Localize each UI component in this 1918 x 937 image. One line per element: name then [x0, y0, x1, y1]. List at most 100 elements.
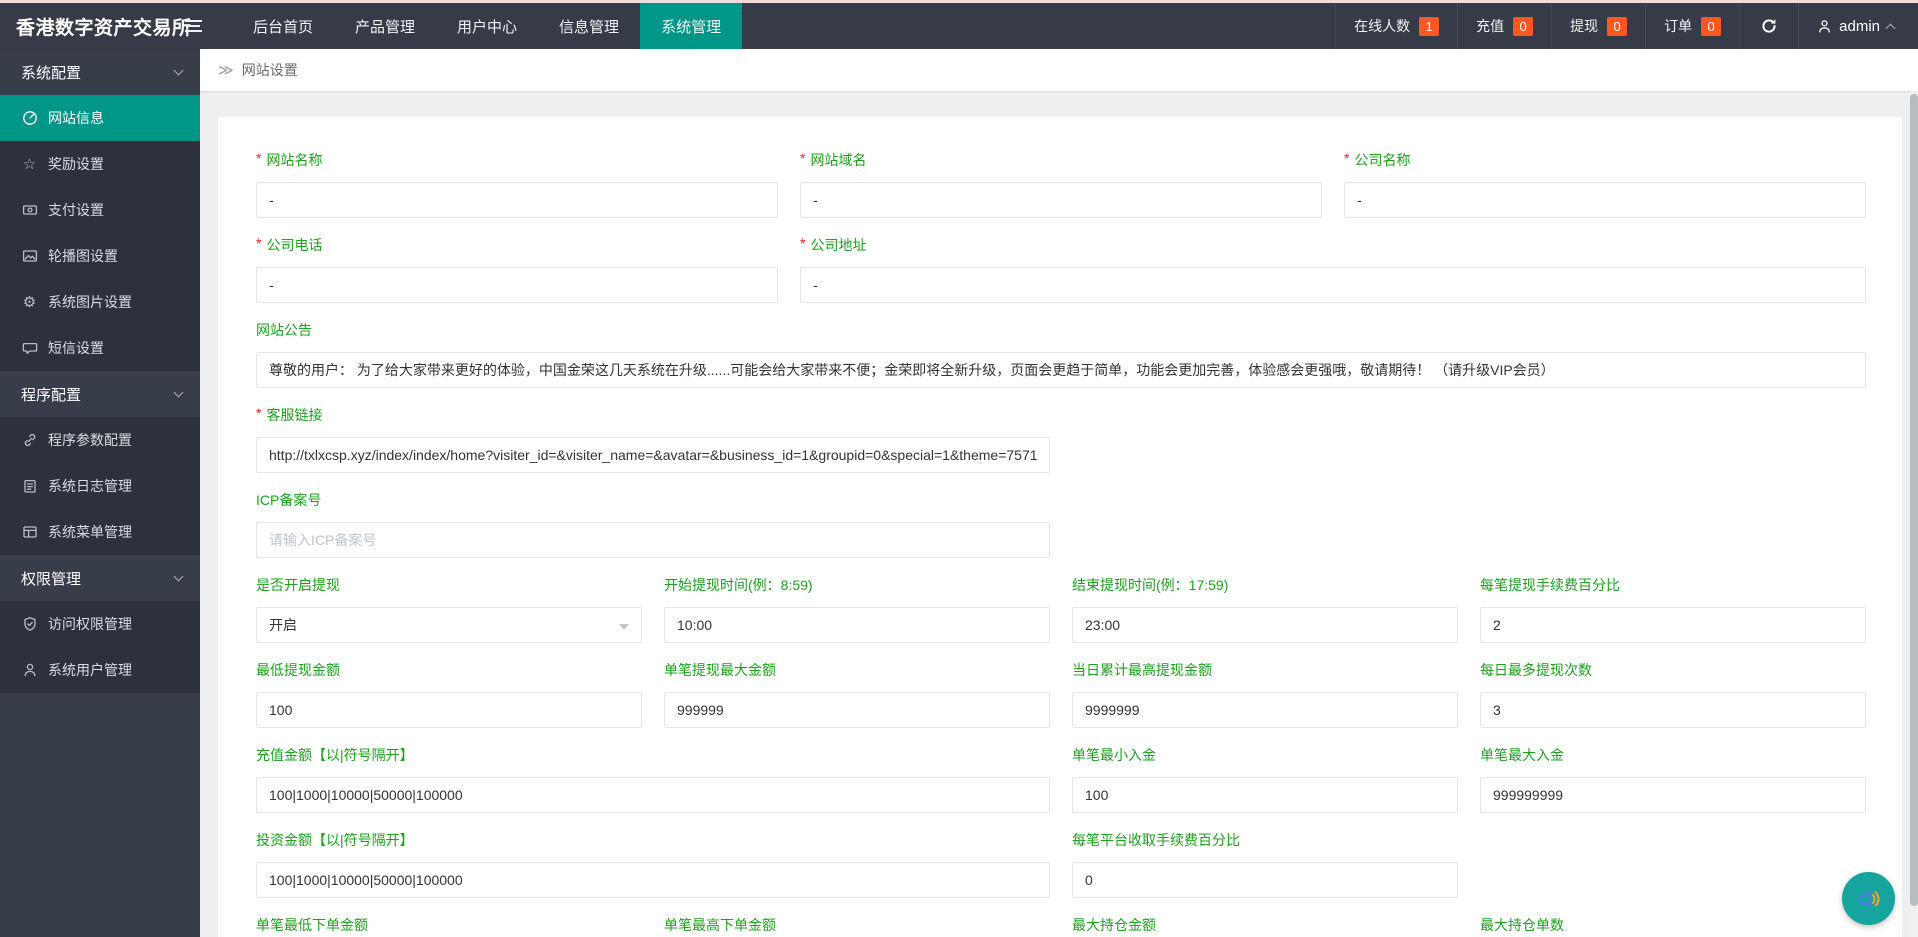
stat-withdraw[interactable]: 提现 0	[1551, 3, 1645, 49]
main-content: *网站名称 *网站域名 *公司名称 *公司电话 *公司地址	[200, 91, 1918, 937]
comment-icon	[21, 340, 38, 357]
company-address-input[interactable]	[800, 267, 1866, 303]
sidebar: 系统配置 网站信息 ☆ 奖励设置 支付设置 轮播图设置 ⚙ 系统图	[0, 49, 200, 937]
sidebar-item-access-permissions[interactable]: 访问权限管理	[0, 601, 200, 647]
deposit-max-input[interactable]	[1480, 777, 1866, 813]
chevron-up-icon	[1886, 23, 1896, 33]
required-asterisk: *	[256, 235, 261, 251]
stat-label: 充值	[1476, 16, 1504, 36]
form-field-deposit-min: 单笔最小入金	[1072, 747, 1458, 813]
required-asterisk: *	[256, 405, 261, 421]
withdraw-fee-pct-input[interactable]	[1480, 607, 1866, 643]
stat-label: 提现	[1570, 16, 1598, 36]
service-link-input[interactable]	[256, 437, 1050, 473]
form-field-order-min: 单笔最低下单金额	[256, 917, 642, 937]
nav-item-products[interactable]: 产品管理	[334, 3, 436, 49]
stat-label: 在线人数	[1354, 16, 1410, 36]
online-count-badge: 1	[1419, 17, 1439, 36]
user-icon	[1817, 19, 1832, 34]
invest-amounts-input[interactable]	[256, 862, 1050, 898]
site-domain-input[interactable]	[800, 182, 1322, 218]
form-field-withdraw-daily-times: 每日最多提现次数	[1480, 662, 1866, 728]
form-field-invest-amounts: 投资金额【以|符号隔开】	[256, 832, 1050, 898]
sidebar-item-system-menus[interactable]: 系统菜单管理	[0, 509, 200, 555]
stat-recharge[interactable]: 充值 0	[1457, 3, 1551, 49]
settings-form-panel: *网站名称 *网站域名 *公司名称 *公司电话 *公司地址	[218, 117, 1902, 937]
star-icon: ☆	[21, 156, 38, 173]
withdraw-start-input[interactable]	[664, 607, 1050, 643]
nav-item-dashboard[interactable]: 后台首页	[232, 3, 334, 49]
deposit-min-input[interactable]	[1072, 777, 1458, 813]
sidebar-item-system-images[interactable]: ⚙ 系统图片设置	[0, 279, 200, 325]
chevron-down-icon	[174, 572, 184, 582]
sidebar-item-payment-settings[interactable]: 支付设置	[0, 187, 200, 233]
field-label: 网站域名	[810, 152, 866, 168]
scrollbar-thumb[interactable]	[1910, 94, 1918, 906]
money-icon	[21, 202, 38, 219]
field-label: 公司电话	[266, 237, 322, 253]
field-label: 客服链接	[266, 407, 322, 423]
withdraw-max-single-input[interactable]	[664, 692, 1050, 728]
stat-online-users[interactable]: 在线人数 1	[1335, 3, 1457, 49]
order-count-badge: 0	[1701, 17, 1721, 36]
scrollbar-track[interactable]	[1910, 91, 1918, 937]
sidebar-section-system-config[interactable]: 系统配置	[0, 49, 200, 95]
field-label: ICP备案号	[256, 492, 321, 508]
shield-icon	[21, 616, 38, 633]
field-label: 单笔最高下单金额	[664, 917, 776, 933]
sidebar-item-site-info[interactable]: 网站信息	[0, 95, 200, 141]
refresh-icon[interactable]	[1739, 3, 1798, 49]
user-icon	[21, 662, 38, 679]
sidebar-item-carousel-settings[interactable]: 轮播图设置	[0, 233, 200, 279]
field-label: 最大持仓单数	[1480, 917, 1564, 933]
required-asterisk: *	[1344, 150, 1349, 166]
company-phone-input[interactable]	[256, 267, 778, 303]
sidebar-item-system-users[interactable]: 系统用户管理	[0, 647, 200, 693]
form-field-company-phone: * 公司电话	[256, 237, 778, 303]
nav-item-information[interactable]: 信息管理	[538, 3, 640, 49]
site-notice-input[interactable]	[256, 352, 1866, 388]
dashboard-icon	[21, 110, 38, 127]
withdraw-enabled-select[interactable]: 开启	[256, 607, 642, 643]
nav-item-users[interactable]: 用户中心	[436, 3, 538, 49]
icp-input[interactable]	[256, 522, 1050, 558]
nav-item-system[interactable]: 系统管理	[640, 3, 742, 49]
field-label: 公司地址	[810, 237, 866, 253]
form-field-order-max: 单笔最高下单金额	[664, 917, 1050, 937]
form-field-withdraw-daily-max: 当日累计最高提现金额	[1072, 662, 1458, 728]
withdraw-end-input[interactable]	[1072, 607, 1458, 643]
field-label: 最大持仓金额	[1072, 917, 1156, 933]
field-label: 充值金额【以|符号隔开】	[256, 747, 414, 763]
chevron-down-icon	[174, 66, 184, 76]
form-field-site-name: *网站名称	[256, 152, 778, 218]
form-field-position-max-count: 最大持仓单数	[1480, 917, 1866, 937]
withdraw-daily-times-input[interactable]	[1480, 692, 1866, 728]
sidebar-section-program-config[interactable]: 程序配置	[0, 371, 200, 417]
platform-fee-pct-input[interactable]	[1072, 862, 1458, 898]
site-name-input[interactable]	[256, 182, 778, 218]
company-name-input[interactable]	[1344, 182, 1866, 218]
main-nav: 后台首页 产品管理 用户中心 信息管理 系统管理	[232, 3, 742, 49]
user-menu[interactable]: admin	[1798, 3, 1918, 49]
sidebar-item-sms-settings[interactable]: 短信设置	[0, 325, 200, 371]
field-label: 结束提现时间(例：17:59)	[1072, 577, 1228, 593]
header-right: 在线人数 1 充值 0 提现 0 订单 0 admin	[1335, 3, 1918, 49]
withdraw-daily-max-input[interactable]	[1072, 692, 1458, 728]
username: admin	[1839, 18, 1880, 35]
stat-orders[interactable]: 订单 0	[1645, 3, 1739, 49]
sidebar-item-system-logs[interactable]: 系统日志管理	[0, 463, 200, 509]
recharge-count-badge: 0	[1513, 17, 1533, 36]
field-label: 单笔最大入金	[1480, 747, 1564, 763]
sidebar-item-reward-settings[interactable]: ☆ 奖励设置	[0, 141, 200, 187]
field-label: 投资金额【以|符号隔开】	[256, 832, 414, 848]
withdraw-min-input[interactable]	[256, 692, 642, 728]
sidebar-item-program-params[interactable]: 程序参数配置	[0, 417, 200, 463]
recharge-amounts-input[interactable]	[256, 777, 1050, 813]
form-field-site-domain: *网站域名	[800, 152, 1322, 218]
sidebar-section-permissions[interactable]: 权限管理	[0, 555, 200, 601]
announcement-speaker-button[interactable]	[1842, 872, 1895, 925]
top-accent-strip	[0, 0, 1918, 3]
field-label: 每笔提现手续费百分比	[1480, 577, 1620, 593]
field-label: 每日最多提现次数	[1480, 662, 1592, 678]
hamburger-menu-icon[interactable]	[170, 3, 216, 49]
